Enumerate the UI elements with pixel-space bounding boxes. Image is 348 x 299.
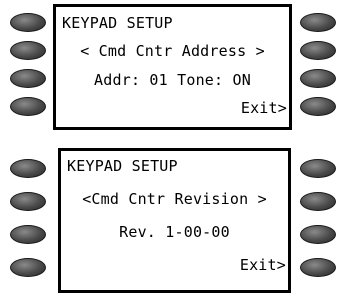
keypad-panel-address: KEYPAD SETUP < Cmd Cntr Address > Addr: …	[0, 0, 348, 135]
lcd-screen: KEYPAD SETUP <Cmd Cntr Revision > Rev. 1…	[58, 148, 291, 293]
softkey-right-2[interactable]	[300, 192, 336, 211]
keypad-panel-revision: KEYPAD SETUP <Cmd Cntr Revision > Rev. 1…	[0, 145, 348, 299]
softkey-left-2[interactable]	[10, 41, 46, 60]
screen-title: KEYPAD SETUP	[62, 14, 173, 32]
softkey-right-4[interactable]	[300, 258, 336, 277]
softkey-left-2[interactable]	[10, 192, 46, 211]
softkey-right-3[interactable]	[300, 69, 336, 88]
menu-item-label: < Cmd Cntr Address >	[80, 42, 265, 60]
menu-item-label: <Cmd Cntr Revision >	[82, 190, 267, 208]
softkey-left-4[interactable]	[10, 97, 46, 116]
value-line: Addr: 01 Tone: ON	[94, 71, 251, 89]
softkey-left-1[interactable]	[10, 159, 46, 178]
softkey-right-4[interactable]	[300, 97, 336, 116]
softkey-left-1[interactable]	[10, 13, 46, 32]
lcd-screen: KEYPAD SETUP < Cmd Cntr Address > Addr: …	[53, 4, 292, 130]
screen-title: KEYPAD SETUP	[67, 157, 178, 175]
softkey-left-3[interactable]	[10, 225, 46, 244]
value-line: Rev. 1-00-00	[119, 223, 230, 241]
softkey-right-1[interactable]	[300, 13, 336, 32]
softkey-right-3[interactable]	[300, 225, 336, 244]
exit-label: Exit>	[239, 256, 286, 274]
softkey-right-2[interactable]	[300, 41, 336, 60]
softkey-right-1[interactable]	[300, 159, 336, 178]
softkey-left-4[interactable]	[10, 258, 46, 277]
exit-label: Exit>	[240, 99, 287, 117]
softkey-left-3[interactable]	[10, 69, 46, 88]
